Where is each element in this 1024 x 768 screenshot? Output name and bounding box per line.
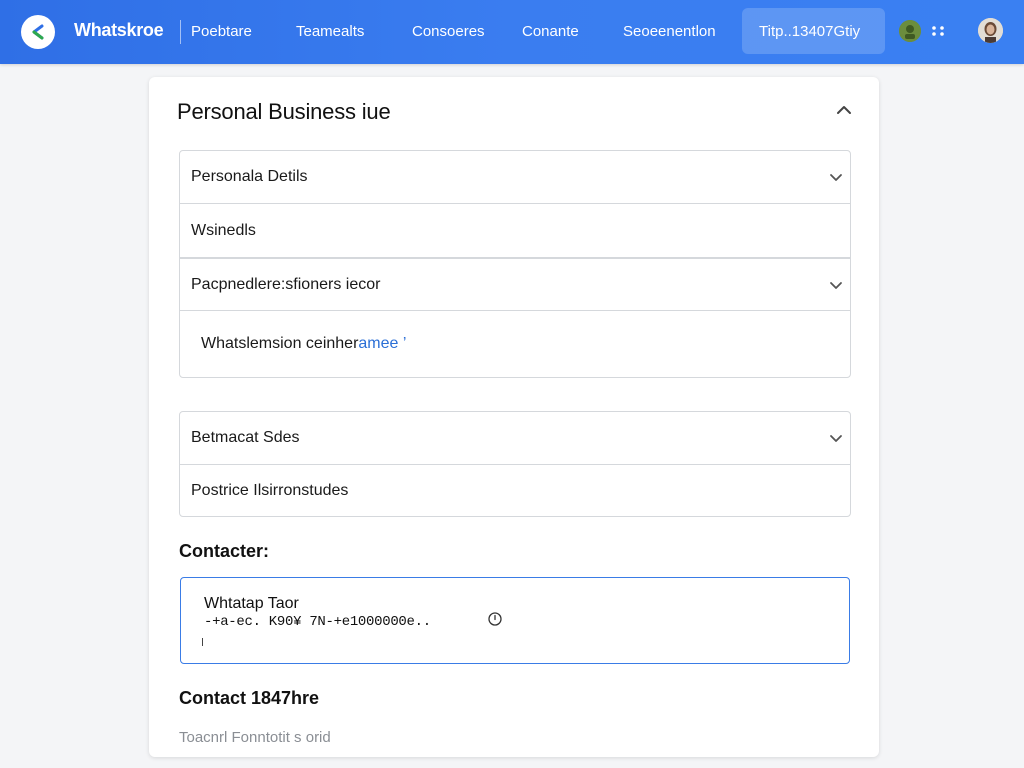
field-label: Wsinedls: [191, 221, 256, 239]
contacts-heading: Contacter:: [179, 541, 270, 561]
contact-name: Whtatap Taor: [204, 595, 299, 612]
avatar[interactable]: [978, 18, 1003, 43]
top-navigation-bar: Whatskroe Poebtare Teamealts Consoeres C…: [0, 0, 1024, 64]
section-business-sides[interactable]: Betmacat Sdes: [179, 411, 851, 465]
status-icon[interactable]: [899, 20, 921, 42]
nav-item-consoeres[interactable]: Consoeres: [412, 23, 485, 40]
section-label: Betmacat Sdes: [191, 429, 300, 446]
chevron-down-icon: [830, 435, 842, 442]
field-row[interactable]: Postrice Ilsirronstudes: [179, 464, 851, 517]
section-personal-details[interactable]: Personala Detils: [179, 150, 851, 204]
contact-number: -+a-ec. K90¥ 7N-+e1000000e..: [204, 614, 431, 630]
section-label: Pacpnedlere:sfioners iecor: [191, 275, 381, 293]
field-label-text: Whatslemsion ceinher: [201, 335, 359, 352]
text-caret: [202, 638, 203, 646]
nav-divider: [180, 20, 181, 44]
app-name: Whatskroe: [74, 20, 164, 40]
field-label: Postrice Ilsirronstudes: [191, 481, 349, 499]
nav-item-teamealts[interactable]: Teamealts: [296, 23, 364, 40]
business-profile-card: Personal Business iue Personala Detils W…: [149, 77, 879, 757]
field-row[interactable]: Whatslemsion ceinheramee ’: [179, 310, 851, 378]
nav-item-poebtare[interactable]: Poebtare: [191, 23, 252, 40]
chevron-down-icon: [830, 281, 842, 289]
chevron-down-icon: [830, 174, 842, 181]
more-options-icon[interactable]: [928, 20, 948, 42]
contact-footer-placeholder[interactable]: Toacnrl Fonntotit s orid: [179, 729, 331, 746]
nav-item-active[interactable]: Titp..13407Gtiy: [742, 8, 885, 54]
contact-input[interactable]: Whtatap Taor -+a-ec. K90¥ 7N-+e1000000e.…: [180, 577, 850, 664]
card-title: Personal Business iue: [177, 99, 391, 124]
whatsapp-logo-icon[interactable]: [21, 15, 55, 49]
nav-item-active-label: Titp..13407Gtiy: [759, 22, 861, 40]
contact-footer-heading: Contact 1847hre: [179, 688, 320, 708]
field-link[interactable]: amee: [358, 335, 398, 352]
field-label-suffix: ’: [398, 335, 407, 352]
section-preferences[interactable]: Pacpnedlere:sfioners iecor: [179, 258, 851, 311]
nav-item-seoeenentlon[interactable]: Seoeenentlon: [623, 23, 716, 40]
chevron-up-icon[interactable]: [833, 99, 855, 121]
clock-icon[interactable]: [487, 611, 503, 627]
nav-item-conante[interactable]: Conante: [522, 23, 579, 40]
section-label: Personala Detils: [191, 168, 308, 185]
field-label: Whatslemsion ceinheramee ’: [201, 335, 406, 353]
field-row[interactable]: Wsinedls: [179, 203, 851, 258]
